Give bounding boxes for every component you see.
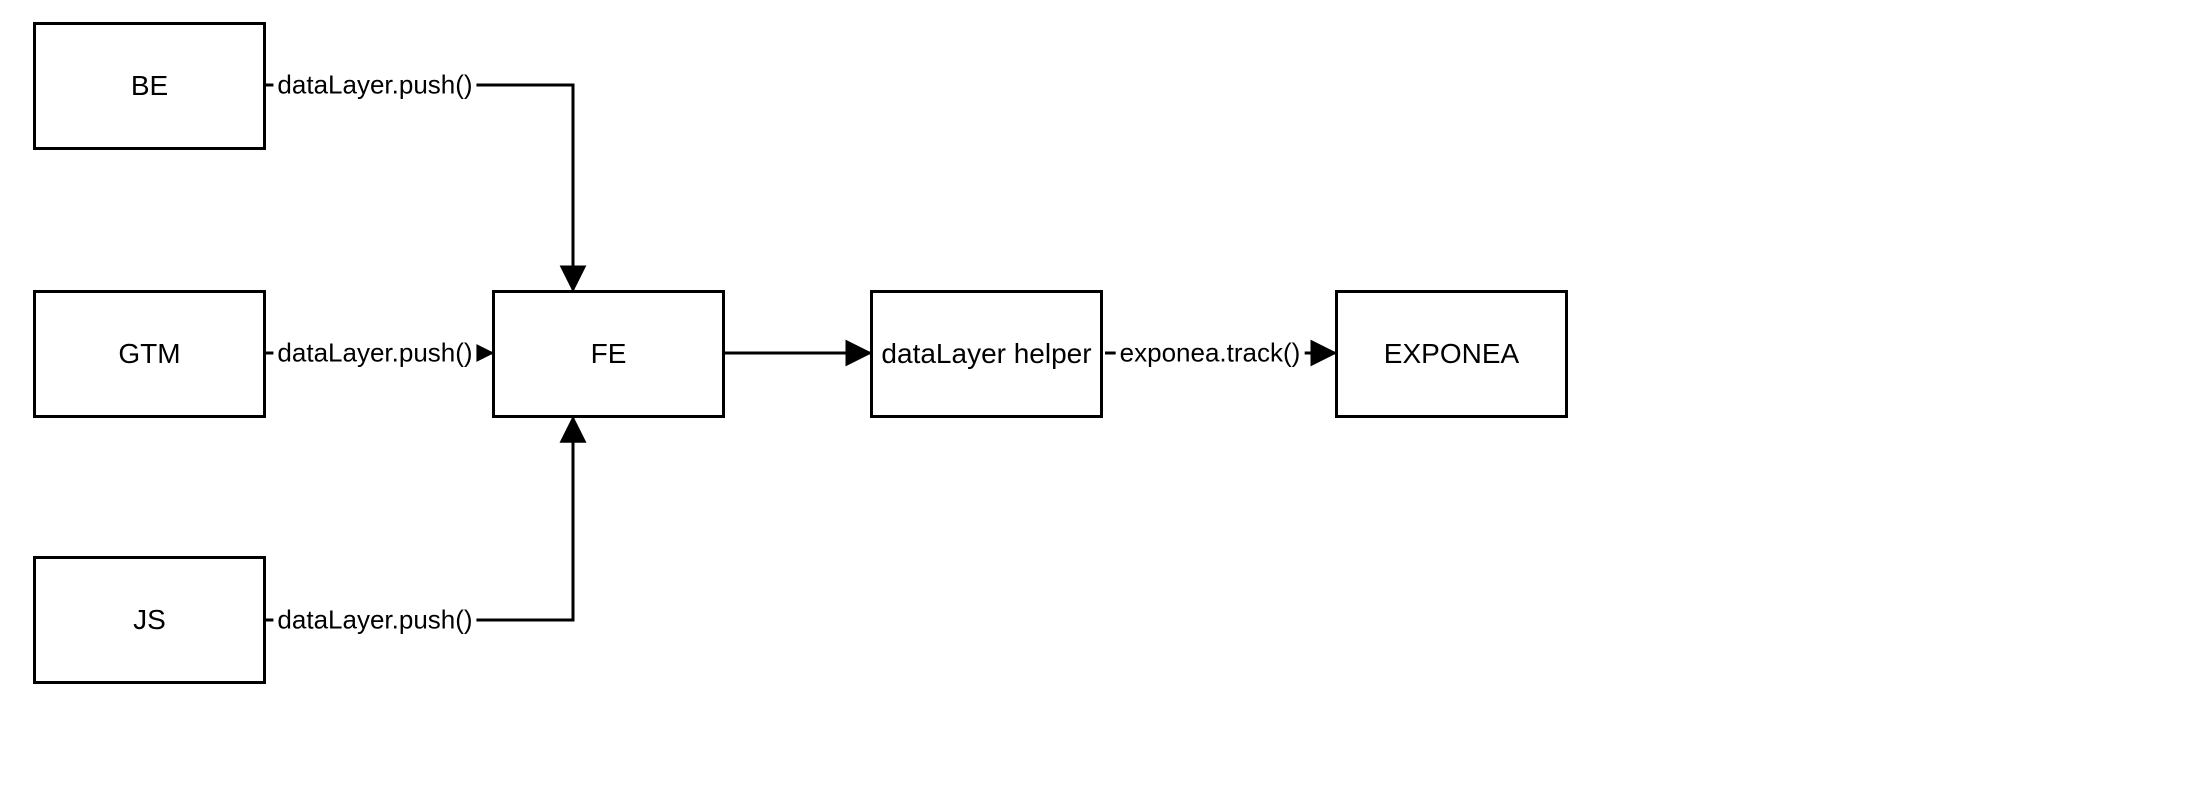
- node-fe-label: FE: [591, 338, 627, 370]
- edge-be-fe: [266, 85, 573, 290]
- edge-label-be-fe-text: dataLayer.push(): [277, 70, 472, 100]
- edge-label-js-fe: dataLayer.push(): [273, 605, 476, 636]
- edge-label-gtm-fe: dataLayer.push(): [273, 338, 476, 369]
- node-js: JS: [33, 556, 266, 684]
- node-dlhelper-label: dataLayer helper: [881, 338, 1091, 370]
- edge-js-fe: [266, 418, 573, 620]
- edge-label-js-fe-text: dataLayer.push(): [277, 605, 472, 635]
- node-exponea-label: EXPONEA: [1384, 338, 1519, 370]
- node-gtm: GTM: [33, 290, 266, 418]
- edge-label-dlhelper-exponea: exponea.track(): [1116, 338, 1305, 369]
- node-be: BE: [33, 22, 266, 150]
- node-be-label: BE: [131, 70, 168, 102]
- edge-label-be-fe: dataLayer.push(): [273, 70, 476, 101]
- node-js-label: JS: [133, 604, 166, 636]
- node-gtm-label: GTM: [118, 338, 180, 370]
- node-fe: FE: [492, 290, 725, 418]
- edge-label-dlhelper-exponea-text: exponea.track(): [1120, 338, 1301, 368]
- node-exponea: EXPONEA: [1335, 290, 1568, 418]
- node-dlhelper: dataLayer helper: [870, 290, 1103, 418]
- diagram-canvas: BE GTM JS FE dataLayer helper EXPONEA da…: [0, 0, 2186, 786]
- edge-label-gtm-fe-text: dataLayer.push(): [277, 338, 472, 368]
